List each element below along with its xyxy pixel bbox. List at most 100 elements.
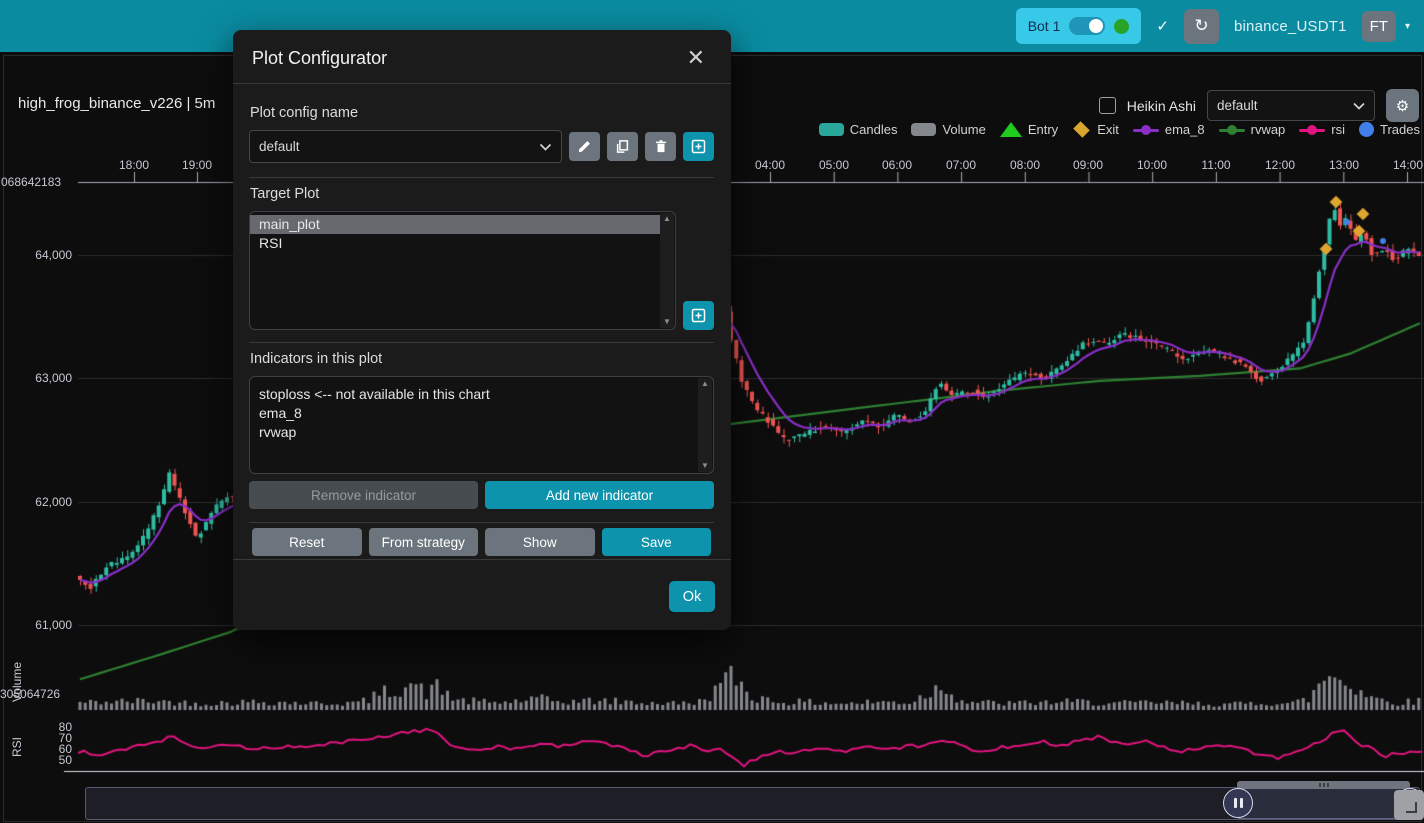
refresh-button[interactable]: ↻ xyxy=(1184,9,1219,44)
scroll-up-icon[interactable]: ▲ xyxy=(663,215,671,223)
axis-max-value: 068642183 xyxy=(1,175,61,189)
chevron-down-icon[interactable]: ▾ xyxy=(1405,21,1410,32)
legend-item-ema8[interactable]: ema_8 xyxy=(1133,122,1205,137)
add-target-plot-button[interactable] xyxy=(683,301,714,330)
candles-swatch-icon xyxy=(819,123,844,136)
time-tick: 11:00 xyxy=(1201,158,1230,172)
indicator-option-ema8[interactable]: ema_8 xyxy=(250,404,698,423)
price-tick: 64,000 xyxy=(2,248,72,262)
bot-name-label: Bot 1 xyxy=(1028,18,1061,34)
chevron-down-icon xyxy=(539,143,552,151)
user-avatar[interactable]: FT xyxy=(1362,11,1396,42)
entry-triangle-icon xyxy=(1000,122,1022,137)
scroll-down-icon[interactable]: ▼ xyxy=(663,318,671,326)
legend-item-volume[interactable]: Volume xyxy=(911,122,985,137)
volume-axis-value: 305064726 xyxy=(0,687,60,701)
pair-label: binance_USDT1 xyxy=(1234,18,1347,35)
indicators-label: Indicators in this plot xyxy=(250,351,714,367)
indicator-option-stoploss[interactable]: stoploss <-- not available in this chart xyxy=(250,385,698,404)
resize-corner-icon xyxy=(1406,802,1417,813)
resize-handle[interactable] xyxy=(1394,790,1424,820)
legend-item-rsi[interactable]: rsi xyxy=(1299,122,1345,137)
target-plot-listbox: main_plot RSI ▲▼ xyxy=(249,211,676,330)
price-tick: 62,000 xyxy=(2,495,72,509)
time-tick: 06:00 xyxy=(882,158,912,172)
listbox-scrollbar[interactable]: ▲▼ xyxy=(660,213,674,328)
connection-check-icon: ✓ xyxy=(1156,17,1169,35)
plus-square-icon xyxy=(691,308,706,323)
time-tick: 12:00 xyxy=(1265,158,1295,172)
plot-config-name-value: default xyxy=(259,139,300,154)
modal-title: Plot Configurator xyxy=(252,48,387,69)
time-tick: 05:00 xyxy=(819,158,849,172)
time-tick: 13:00 xyxy=(1329,158,1359,172)
volume-swatch-icon xyxy=(911,123,936,136)
plot-configurator-modal: Plot Configurator ✕ Plot config name def… xyxy=(233,30,731,630)
time-tick: 14:00 xyxy=(1393,158,1423,172)
gear-icon: ⚙ xyxy=(1396,97,1409,115)
rvwap-line-icon xyxy=(1219,123,1245,137)
heikin-ashi-label: Heikin Ashi xyxy=(1127,98,1196,114)
plot-config-select-value: default xyxy=(1217,98,1258,113)
plot-settings-button[interactable]: ⚙ xyxy=(1386,89,1419,122)
show-button[interactable]: Show xyxy=(485,528,595,556)
time-tick: 10:00 xyxy=(1137,158,1167,172)
horizontal-scrollbar[interactable] xyxy=(1237,781,1410,789)
time-tick: 09:00 xyxy=(1073,158,1103,172)
datazoom-window[interactable] xyxy=(1238,788,1410,819)
rsi-tick: 50 xyxy=(12,753,72,767)
pencil-icon xyxy=(577,139,592,154)
chart-legend: Candles Volume Entry Exit ema_8 rvwap rs… xyxy=(819,122,1420,137)
target-plot-option-main-plot[interactable]: main_plot xyxy=(250,215,660,234)
target-plot-option-rsi[interactable]: RSI xyxy=(250,234,660,253)
trades-dot-icon xyxy=(1359,122,1374,137)
save-button[interactable]: Save xyxy=(602,528,712,556)
time-tick: 04:00 xyxy=(755,158,785,172)
chart-controls: Heikin Ashi default ⚙ xyxy=(1099,89,1419,122)
datazoom-left-handle[interactable] xyxy=(1223,788,1253,818)
scroll-up-icon[interactable]: ▲ xyxy=(701,380,709,388)
refresh-icon: ↻ xyxy=(1194,16,1208,36)
duplicate-config-button[interactable] xyxy=(607,132,638,161)
legend-item-trades[interactable]: Trades xyxy=(1359,122,1420,137)
plot-config-select[interactable]: default xyxy=(1207,90,1375,121)
legend-item-rvwap[interactable]: rvwap xyxy=(1219,122,1286,137)
reset-button[interactable]: Reset xyxy=(252,528,362,556)
target-plot-label: Target Plot xyxy=(250,186,714,202)
datazoom-navigator[interactable] xyxy=(85,787,1420,820)
exit-diamond-icon xyxy=(1073,121,1090,138)
rename-config-button[interactable] xyxy=(569,132,600,161)
bot-selector[interactable]: Bot 1 xyxy=(1016,8,1142,44)
legend-item-candles[interactable]: Candles xyxy=(819,122,898,137)
indicators-listbox: stoploss <-- not available in this chart… xyxy=(249,376,714,474)
price-tick: 61,000 xyxy=(2,618,72,632)
indicator-option-rvwap[interactable]: rvwap xyxy=(250,423,698,442)
copy-icon xyxy=(615,139,630,154)
time-tick: 08:00 xyxy=(1010,158,1040,172)
time-tick: 18:00 xyxy=(119,158,149,172)
plot-config-name-label: Plot config name xyxy=(250,105,714,121)
online-status-dot xyxy=(1114,19,1129,34)
heikin-ashi-checkbox[interactable] xyxy=(1099,97,1116,114)
scroll-down-icon[interactable]: ▼ xyxy=(701,462,709,470)
legend-item-entry[interactable]: Entry xyxy=(1000,122,1058,137)
plot-config-name-select[interactable]: default xyxy=(249,130,562,163)
ok-button[interactable]: Ok xyxy=(669,581,715,612)
add-config-button[interactable] xyxy=(683,132,714,161)
add-new-indicator-button[interactable]: Add new indicator xyxy=(485,481,714,509)
remove-indicator-button[interactable]: Remove indicator xyxy=(249,481,478,509)
toggle-knob xyxy=(1089,19,1103,33)
delete-config-button[interactable] xyxy=(645,132,676,161)
listbox-scrollbar[interactable]: ▲▼ xyxy=(698,378,712,472)
price-tick: 63,000 xyxy=(2,371,72,385)
trash-icon xyxy=(654,139,668,154)
from-strategy-button[interactable]: From strategy xyxy=(369,528,479,556)
time-tick: 07:00 xyxy=(946,158,976,172)
close-icon[interactable]: ✕ xyxy=(681,47,711,69)
ema8-line-icon xyxy=(1133,123,1159,137)
chevron-down-icon xyxy=(1353,102,1365,110)
legend-item-exit[interactable]: Exit xyxy=(1072,122,1119,137)
bot-toggle[interactable] xyxy=(1069,17,1105,35)
time-tick: 19:00 xyxy=(182,158,212,172)
chart-title: high_frog_binance_v226 | 5m xyxy=(18,95,215,112)
